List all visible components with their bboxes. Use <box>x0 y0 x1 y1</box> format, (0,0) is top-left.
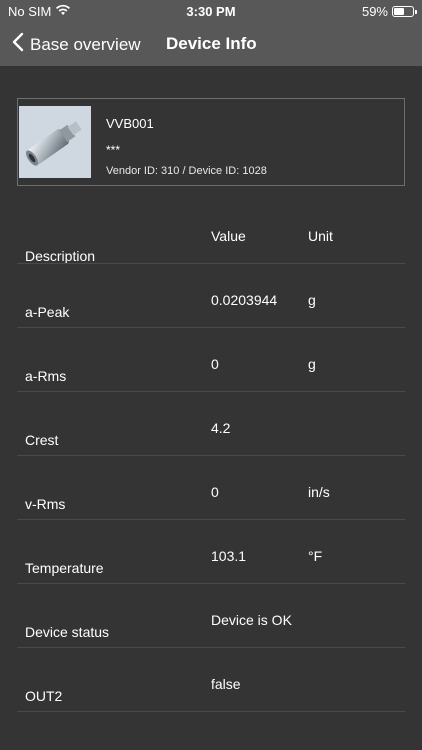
device-info-table: Description Value Unit a-Peak 0.0203944 … <box>0 200 422 712</box>
header-value: Value <box>211 228 246 244</box>
row-name: Crest <box>25 432 59 448</box>
battery-fill <box>394 8 404 15</box>
row-value: false <box>211 676 241 692</box>
table-row: a-Rms 0 g <box>0 328 422 392</box>
battery-percent: 59% <box>361 4 388 19</box>
table-row: Temperature 103.1 °F <box>0 520 422 584</box>
row-value: 4.2 <box>211 420 231 436</box>
table-row: a-Peak 0.0203944 g <box>0 264 422 328</box>
table-row: Crest 4.2 <box>0 392 422 456</box>
status-right: 59% <box>361 4 417 19</box>
page-title: Device Info <box>166 34 257 53</box>
device-name: VVB001 <box>106 116 154 131</box>
row-value: 103.1 <box>211 548 247 564</box>
row-value: Device is OK <box>211 612 292 628</box>
row-name: v-Rms <box>25 496 66 512</box>
row-name: Device status <box>25 624 110 640</box>
battery-cap <box>415 10 417 14</box>
row-unit: in/s <box>308 484 330 500</box>
row-name: a-Peak <box>25 304 70 320</box>
row-unit: g <box>308 292 316 308</box>
row-unit: g <box>308 356 316 372</box>
device-ids: Vendor ID: 310 / Device ID: 1028 <box>106 165 267 177</box>
chevron-left-icon <box>12 32 24 57</box>
header-unit: Unit <box>308 228 333 244</box>
row-name: OUT2 <box>25 688 63 704</box>
battery-icon <box>392 6 417 17</box>
row-value: 0.0203944 <box>211 292 278 308</box>
status-time: 3:30 PM <box>186 4 236 19</box>
status-bar: No SIM 3:30 PM 59% <box>0 0 422 24</box>
device-stars: *** <box>106 143 121 157</box>
table-header-row: Description Value Unit <box>0 200 422 264</box>
back-label: Base overview <box>30 34 141 54</box>
row-value: 0 <box>211 356 219 372</box>
row-name: Temperature <box>25 560 104 576</box>
table-row: Device status Device is OK <box>0 584 422 648</box>
nav-bar: Base overview Device Info <box>0 24 422 66</box>
row-name: a-Rms <box>25 368 67 384</box>
table-row: v-Rms 0 in/s <box>0 456 422 520</box>
table-row: OUT2 false <box>0 648 422 712</box>
device-card: VVB001 *** Vendor ID: 310 / Device ID: 1… <box>17 98 405 186</box>
row-unit: °F <box>308 548 323 564</box>
header-description: Description <box>25 248 96 264</box>
back-button[interactable]: Base overview <box>12 32 141 57</box>
row-value: 0 <box>211 484 219 500</box>
device-image <box>19 106 91 178</box>
